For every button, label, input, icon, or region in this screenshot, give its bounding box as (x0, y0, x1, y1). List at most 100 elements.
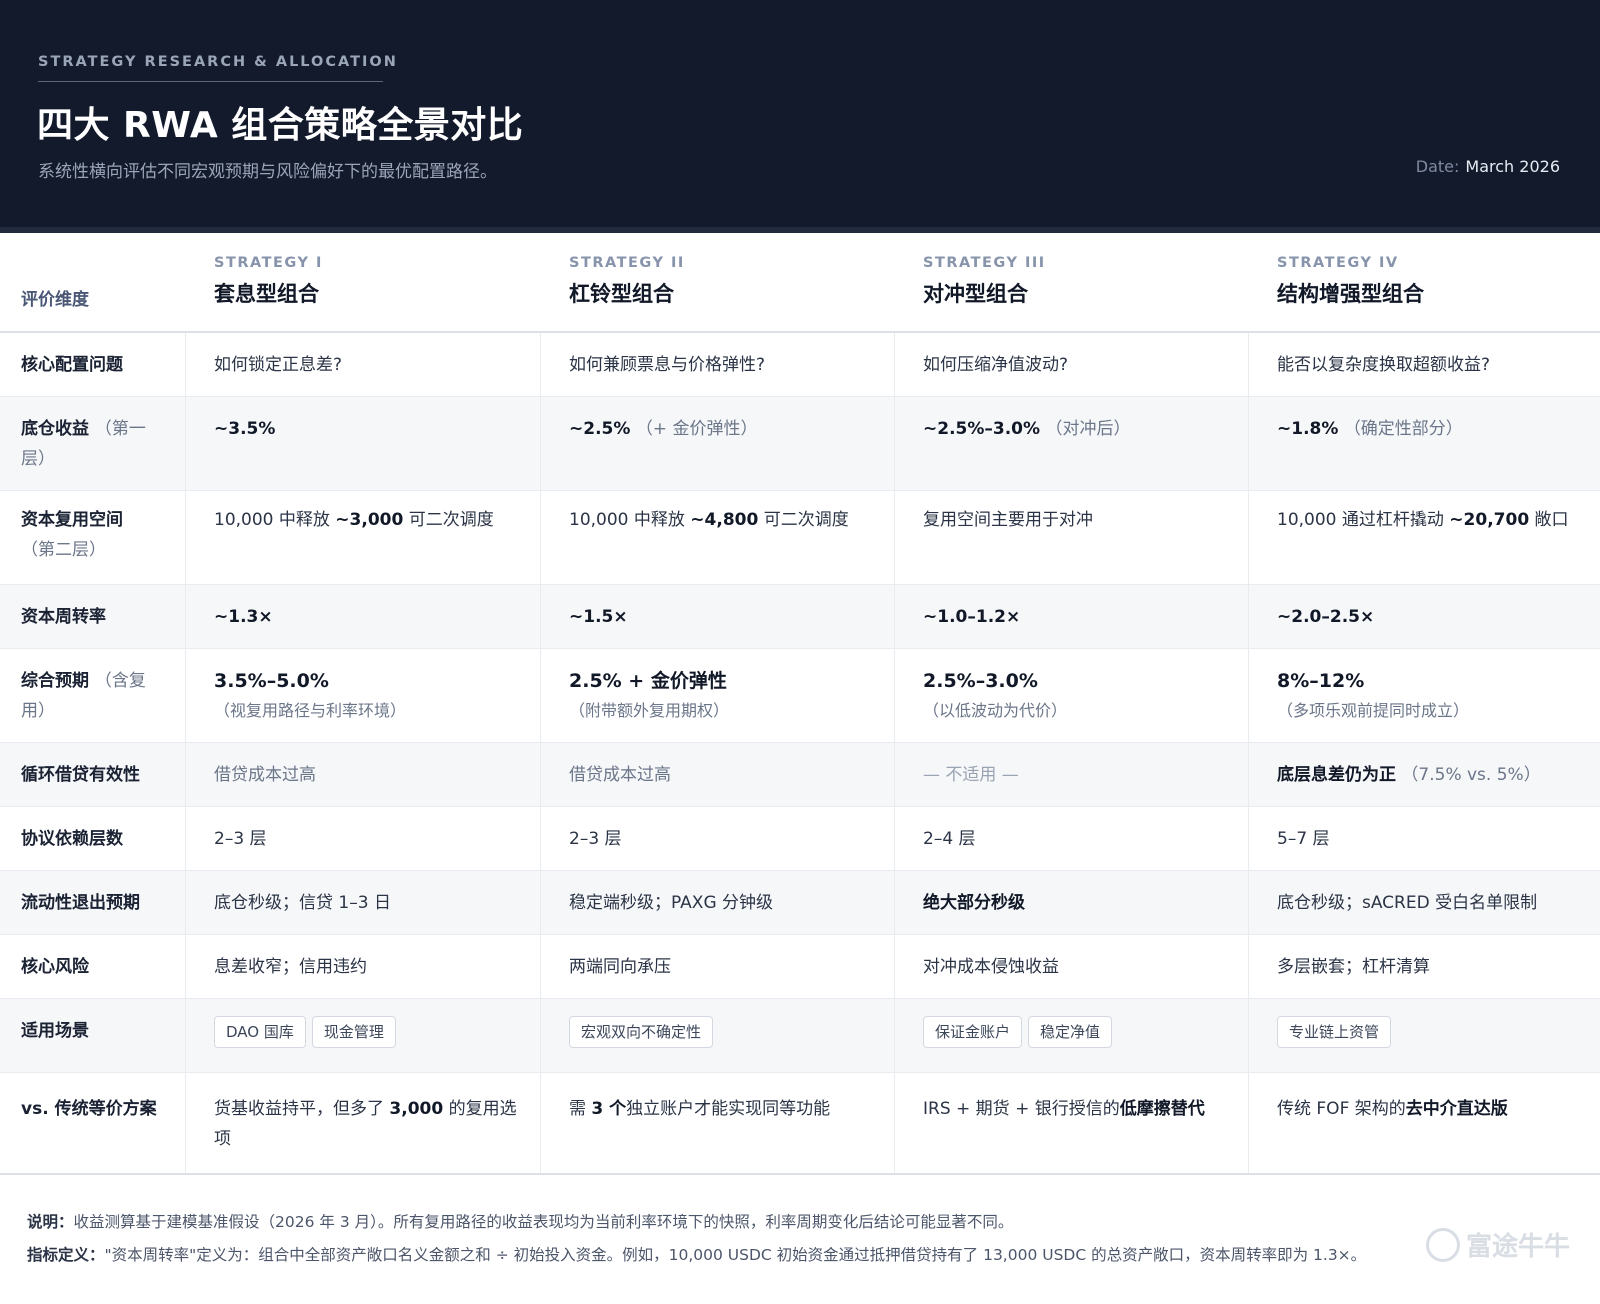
table-cell: ~2.5% （+ 金价弹性） (541, 397, 895, 490)
scenario-tag: 稳定净值 (1028, 1016, 1113, 1048)
expected-value: 2.5%–3.0% (923, 670, 1038, 692)
table-row-core-question: 核心配置问题 如何锁定正息差? 如何兼顾票息与价格弹性? 如何压缩净值波动? 能… (0, 333, 1600, 397)
dim-header-label: 评价维度 (21, 290, 89, 310)
row-label: 底仓收益 （第一层） (0, 397, 186, 490)
footnote-label: 指标定义： (27, 1246, 105, 1264)
row-label: 资本周转率 (0, 585, 186, 648)
table-row-scenarios: 适用场景 DAO 国库 现金管理 宏观双向不确定性 保证金账户 稳定净值 专业链上资… (0, 999, 1600, 1073)
row-label-note: （第二层） (21, 540, 106, 560)
table-cell: 3.5%–5.0% （视复用路径与利率环境） (186, 649, 541, 742)
futu-logo-icon (1425, 1227, 1460, 1262)
strategy-name: 结构增强型组合 (1277, 282, 1424, 306)
table-row-vs-traditional: vs. 传统等价方案 货基收益持平，但多了 3,000 的复用选项 需 3 个独… (0, 1073, 1600, 1175)
eyebrow-divider (38, 81, 383, 82)
date-value: March 2026 (1465, 157, 1560, 176)
cell-emphasis: 3,000 (389, 1099, 444, 1119)
yield-value: ~2.5% (569, 419, 631, 439)
yield-note: （+ 金价弹性） (635, 419, 758, 439)
table-row-loop-lending: 循环借贷有效性 借贷成本过高 借贷成本过高 — 不适用 — 底层息差仍为正 （7… (0, 743, 1600, 807)
row-label: 循环借贷有效性 (0, 743, 186, 806)
table-row-expected: 综合预期 （含复用） 3.5%–5.0% （视复用路径与利率环境） 2.5% + … (0, 649, 1600, 743)
row-label-text: 底仓收益 (21, 419, 89, 439)
table-cell: DAO 国库 现金管理 (186, 999, 541, 1072)
header-eyebrow: STRATEGY RESEARCH & ALLOCATION (38, 54, 398, 70)
table-cell: 2–3 层 (541, 807, 895, 870)
strategy-header-4: STRATEGY IV 结构增强型组合 (1249, 233, 1600, 331)
table-cell: 2.5%–3.0% （以低波动为代价） (895, 649, 1249, 742)
cell-text: 复用空间主要用于对冲 (923, 510, 1093, 530)
table-row-liquidity: 流动性退出预期 底仓秒级；信贷 1–3 日 稳定端秒级；PAXG 分钟级 绝大部… (0, 871, 1600, 935)
table-row-reuse-space: 资本复用空间 （第二层） 10,000 中释放 ~3,000 可二次调度 10,0… (0, 491, 1600, 585)
strategy-header-2: STRATEGY II 杠铃型组合 (541, 233, 895, 331)
cell-emphasis: 底层息差仍为正 (1277, 765, 1396, 785)
table-cell: 息差收窄；信用违约 (186, 935, 541, 998)
table-cell: 5–7 层 (1277, 829, 1330, 849)
scenario-tag: 保证金账户 (923, 1016, 1023, 1048)
cell-emphasis: ~3,000 (335, 510, 404, 530)
table-cell: 如何锁定正息差? (186, 333, 541, 396)
row-label: 协议依赖层数 (0, 807, 186, 870)
footnote-label: 说明： (27, 1213, 74, 1231)
cell-emphasis: 去中介直达版 (1405, 1099, 1508, 1119)
table-cell: 底仓秒级；sACRED 受白名单限制 (1277, 893, 1538, 913)
page-header: STRATEGY RESEARCH & ALLOCATION 四大 RWA 组合… (0, 0, 1600, 227)
cell-emphasis: ~20,700 (1449, 510, 1530, 530)
expected-value: 3.5%–5.0% (214, 670, 329, 692)
footnote-definition: 指标定义："资本周转率"定义为：组合中全部资产敞口名义金额之和 ÷ 初始投入资金… (27, 1239, 1567, 1272)
scenario-tag: DAO 国库 (214, 1016, 306, 1048)
cell-text: 可二次调度 (758, 510, 849, 530)
cell-emphasis: 3 个 (591, 1099, 627, 1119)
table-cell: 2.5% + 金价弹性 （附带额外复用期权） (541, 649, 895, 742)
cell-text: 独立账户才能实现同等功能 (626, 1099, 831, 1119)
page-subtitle: 系统性横向评估不同宏观预期与风险偏好下的最优配置路径。 (38, 162, 497, 182)
date-label: Date: (1415, 157, 1460, 176)
expected-value: 2.5% + 金价弹性 (569, 670, 727, 692)
table-cell: 专业链上资管 (1249, 999, 1600, 1072)
table-header-row: 评价维度 STRATEGY I 套息型组合 STRATEGY II 杠铃型组合 ST… (0, 233, 1600, 333)
table-cell: 两端同向承压 (541, 935, 895, 998)
table-cell: 10,000 中释放 ~3,000 可二次调度 (186, 491, 541, 584)
strategy-name: 杠铃型组合 (569, 282, 674, 306)
yield-note: （确定性部分） (1343, 419, 1463, 439)
cell-text: 可二次调度 (403, 510, 494, 530)
row-label-text: 综合预期 (21, 671, 89, 691)
footnotes: 说明：收益测算基于建模基准假设（2026 年 3 月）。所有复用路径的收益表现均… (27, 1206, 1567, 1272)
expected-value: 8%–12% (1277, 670, 1365, 692)
strategy-name: 套息型组合 (214, 282, 319, 306)
strategy-header-1: STRATEGY I 套息型组合 (186, 233, 541, 331)
cell-text: 货基收益持平，但多了 (214, 1099, 390, 1119)
table-cell: 底层息差仍为正 （7.5% vs. 5%） (1249, 743, 1600, 806)
row-label: 流动性退出预期 (0, 871, 186, 934)
table-cell: 如何兼顾票息与价格弹性? (541, 333, 895, 396)
table-cell: 货基收益持平，但多了 3,000 的复用选项 (186, 1073, 541, 1173)
watermark-text: 富途牛牛 (1465, 1232, 1570, 1262)
table-cell: 借贷成本过高 (186, 743, 541, 806)
table-cell: 10,000 通过杠杆撬动 ~20,700 敞口 (1249, 491, 1600, 584)
cell-emphasis: ~4,800 (690, 510, 759, 530)
table-cell: ~2.0–2.5× (1277, 607, 1375, 627)
strategy-label: STRATEGY I (214, 255, 323, 271)
table-cell: 多层嵌套；杠杆清算 (1277, 957, 1430, 977)
table-row-turnover: 资本周转率 ~1.3× ~1.5× ~1.0–1.2× ~2.0–2.5× (0, 585, 1600, 649)
table-cell: 保证金账户 稳定净值 (895, 999, 1249, 1072)
table-cell: 需 3 个独立账户才能实现同等功能 (541, 1073, 895, 1173)
table-cell: — 不适用 — (895, 743, 1249, 806)
table-cell: 如何压缩净值波动? (895, 333, 1249, 396)
cell-text: 需 (569, 1099, 592, 1119)
row-label: vs. 传统等价方案 (0, 1073, 186, 1173)
table-row-base-yield: 底仓收益 （第一层） ~3.5% ~2.5% （+ 金价弹性） ~2.5%–3.… (0, 397, 1600, 491)
table-cell: 借贷成本过高 (541, 743, 895, 806)
yield-value: ~3.5% (214, 419, 276, 439)
dim-column-header: 评价维度 (0, 233, 186, 331)
row-label: 综合预期 （含复用） (0, 649, 186, 742)
cell-text: 传统 FOF 架构的 (1277, 1099, 1406, 1119)
expected-note: （以低波动为代价） (923, 701, 1068, 720)
expected-note: （附带额外复用期权） (569, 701, 730, 720)
table-cell: 能否以复杂度换取超额收益? (1277, 355, 1491, 375)
cell-text: 10,000 中释放 (569, 510, 691, 530)
strategy-label: STRATEGY II (569, 255, 685, 271)
expected-note: （多项乐观前提同时成立） (1277, 701, 1470, 720)
scenario-tag: 现金管理 (311, 1016, 396, 1048)
cell-text: 敞口 (1529, 510, 1569, 530)
cell-text: 10,000 中释放 (214, 510, 336, 530)
